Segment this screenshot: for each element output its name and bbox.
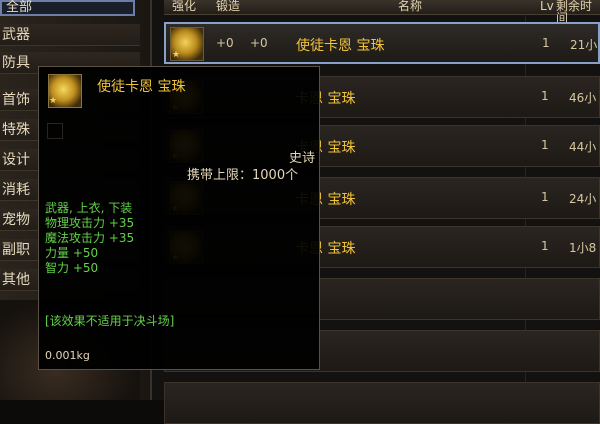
table-row[interactable]: ★ +0 +0 使徒卡恩 宝珠 1 21小 bbox=[164, 22, 600, 64]
star-icon: ★ bbox=[49, 96, 58, 106]
header-level[interactable]: Lv bbox=[540, 0, 554, 12]
forge-value: +0 bbox=[250, 36, 268, 50]
stat-intelligence: 智力 +50 bbox=[45, 261, 99, 275]
item-time: 1小8 bbox=[569, 241, 597, 255]
stat-strength: 力量 +50 bbox=[45, 246, 99, 260]
tooltip-title: 使徒卡恩 宝珠 bbox=[97, 79, 186, 95]
stat-magic-attack: 魔法攻击力 +35 bbox=[45, 231, 135, 245]
item-level: 1 bbox=[541, 190, 549, 204]
pvp-note: [该效果不适用于决斗场] bbox=[45, 314, 175, 328]
header-forge[interactable]: 锻造 bbox=[216, 0, 240, 12]
item-time: 44小 bbox=[569, 140, 597, 154]
item-time: 21小 bbox=[570, 38, 598, 52]
item-tooltip: ★ 使徒卡恩 宝珠 史诗 携带上限：1000个 武器, 上衣, 下装 物理攻击力… bbox=[38, 66, 320, 370]
stat-physical-attack: 物理攻击力 +35 bbox=[45, 216, 135, 230]
carry-limit: 携带上限：1000个 bbox=[187, 168, 299, 183]
item-level: 1 bbox=[542, 36, 550, 50]
stat-slots: 武器, 上衣, 下装 bbox=[45, 201, 133, 215]
star-icon: ★ bbox=[172, 50, 181, 60]
item-weight: 0.001kg bbox=[45, 349, 90, 362]
item-name: 使徒卡恩 宝珠 bbox=[296, 38, 385, 54]
item-level: 1 bbox=[541, 239, 549, 253]
item-time: 46小 bbox=[569, 91, 597, 105]
enhance-value: +0 bbox=[216, 36, 234, 50]
header-enhance[interactable]: 强化 bbox=[172, 0, 196, 12]
header-name[interactable]: 名称 bbox=[398, 0, 422, 12]
category-all[interactable]: 全部 bbox=[0, 0, 135, 16]
table-row[interactable] bbox=[164, 382, 600, 424]
category-weapon[interactable]: 武器 bbox=[0, 24, 140, 46]
list-header: 强化 锻造 名称 Lv 剩余时间 bbox=[164, 0, 600, 24]
empty-slot bbox=[47, 123, 63, 139]
gold-orb-icon: ★ bbox=[170, 27, 204, 61]
item-level: 1 bbox=[541, 89, 549, 103]
item-level: 1 bbox=[541, 138, 549, 152]
header-time[interactable]: 剩余时间 bbox=[556, 0, 600, 24]
item-time: 24小 bbox=[569, 192, 597, 206]
stat-list: 武器, 上衣, 下装 物理攻击力 +35 魔法攻击力 +35 力量 +50 智力… bbox=[45, 201, 134, 276]
